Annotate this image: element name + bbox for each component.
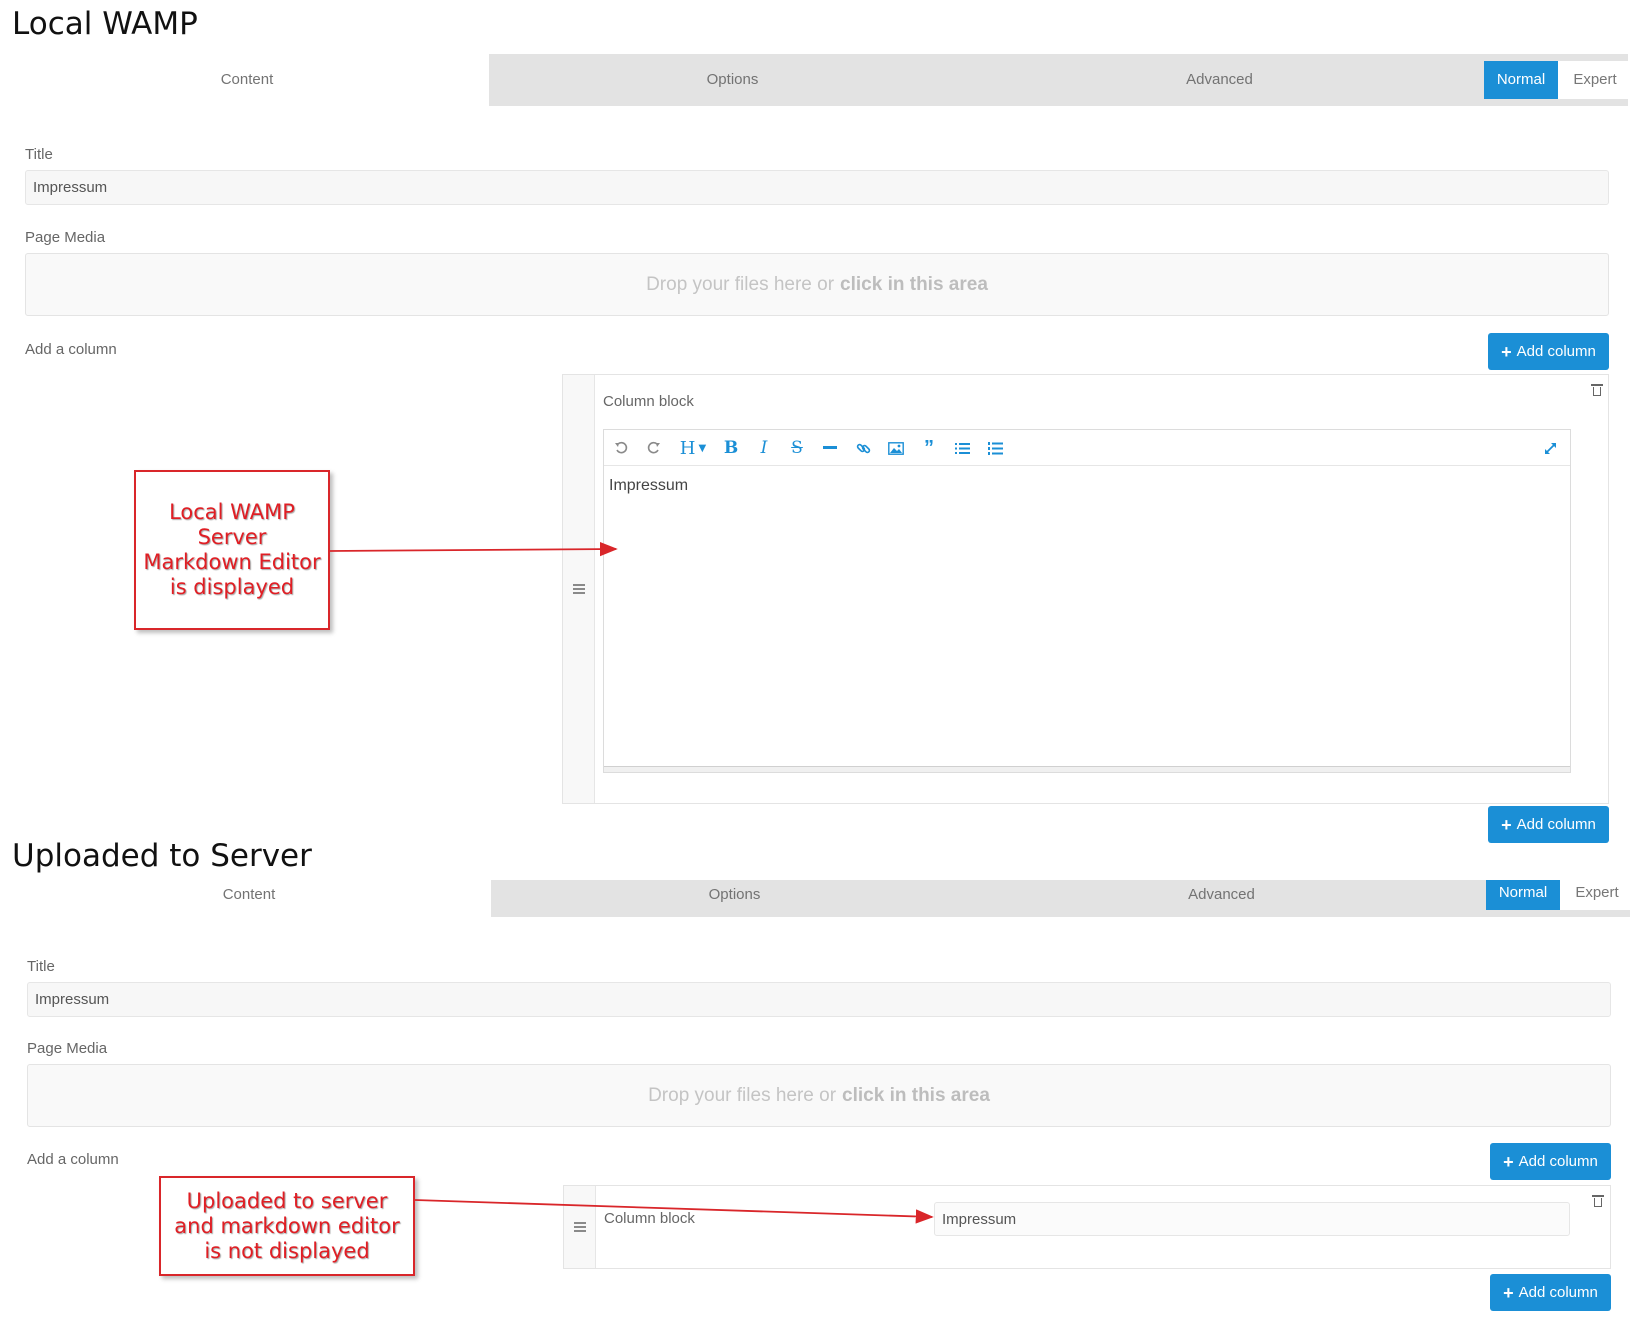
dropzone-click-text: click in this area (842, 1084, 990, 1106)
editor-content[interactable]: Impressum (609, 477, 688, 495)
tab-options-server[interactable]: Options (491, 880, 978, 917)
column-block-input-value: Impressum (942, 1210, 1017, 1228)
mode-normal-button[interactable]: Normal (1484, 61, 1558, 99)
heading-icon[interactable]: H ▼ (676, 436, 710, 460)
add-column-button-label: Add column (1518, 1153, 1598, 1170)
mode-switch: Normal Expert (1484, 61, 1632, 99)
column-block-panel-server: Column block Impressum (563, 1185, 1611, 1269)
add-column-button-bottom-server[interactable]: + Add column (1490, 1274, 1611, 1311)
mode-expert-button[interactable]: Expert (1558, 61, 1632, 99)
column-block-input[interactable]: Impressum (934, 1202, 1570, 1236)
tab-advanced[interactable]: Advanced (976, 54, 1463, 106)
page-media-label-server: Page Media (27, 1040, 108, 1057)
add-column-label: Add a column (25, 341, 117, 358)
italic-icon[interactable]: I (753, 436, 775, 460)
add-column-button-server[interactable]: + Add column (1490, 1143, 1611, 1180)
quote-icon[interactable]: ” (918, 436, 940, 460)
page-media-dropzone[interactable]: Drop your files here or click in this are… (25, 253, 1609, 316)
add-column-label-server: Add a column (27, 1151, 119, 1168)
fullscreen-icon[interactable] (1539, 436, 1561, 460)
markdown-editor: H ▼ B I S ” Impressum (603, 429, 1571, 773)
section-heading-server: Uploaded to Server (12, 838, 312, 874)
title-input-value: Impressum (33, 179, 108, 196)
column-block-label: Column block (603, 393, 694, 410)
plus-icon: + (1503, 1151, 1514, 1172)
tab-bar-server: Content Options Advanced Normal Expert (7, 880, 1634, 917)
title-input-server[interactable]: Impressum (27, 982, 1611, 1017)
trash-icon[interactable] (1592, 1195, 1604, 1207)
plus-icon: + (1501, 341, 1512, 362)
title-input[interactable]: Impressum (25, 170, 1609, 205)
link-icon[interactable] (852, 436, 874, 460)
strikethrough-icon[interactable]: S (786, 436, 808, 460)
title-label: Title (25, 146, 53, 163)
mode-normal-button[interactable]: Normal (1486, 880, 1560, 910)
tab-content-server[interactable]: Content (7, 880, 491, 917)
dropzone-text: Drop your files here or (646, 273, 835, 295)
callout-local-wamp: Local WAMP Server Markdown Editor is dis… (134, 470, 330, 630)
column-block-panel: Column block H ▼ B I S ” Impressum (562, 374, 1609, 804)
add-column-button-label: Add column (1516, 816, 1596, 833)
plus-icon: + (1503, 1282, 1514, 1303)
add-column-button-label: Add column (1518, 1284, 1598, 1301)
dropzone-text: Drop your files here or (648, 1084, 837, 1106)
tab-advanced-server[interactable]: Advanced (978, 880, 1465, 917)
page-media-label: Page Media (25, 229, 106, 246)
callout-uploaded-server: Uploaded to server and markdown editor i… (159, 1176, 415, 1276)
drag-handle-icon (573, 1222, 586, 1232)
drag-handle-icon (572, 584, 585, 594)
drag-handle[interactable] (564, 1186, 596, 1268)
tab-content[interactable]: Content (5, 54, 489, 106)
numbered-list-icon[interactable] (984, 436, 1006, 460)
bullet-list-icon[interactable] (951, 436, 973, 460)
title-label-server: Title (27, 958, 55, 975)
dropzone-click-text: click in this area (840, 273, 988, 295)
mode-expert-button[interactable]: Expert (1560, 880, 1634, 910)
page-media-dropzone-server[interactable]: Drop your files here or click in this are… (27, 1064, 1611, 1127)
tab-bar: Content Options Advanced Normal Expert (5, 54, 1632, 106)
horizontal-rule-icon[interactable] (819, 436, 841, 460)
add-column-button-label: Add column (1516, 343, 1596, 360)
mode-switch-server: Normal Expert (1486, 880, 1634, 910)
add-column-button-bottom-of-local[interactable]: + Add column (1488, 806, 1609, 843)
title-input-value: Impressum (35, 991, 110, 1008)
section-heading-local: Local WAMP (12, 6, 198, 42)
image-icon[interactable] (885, 436, 907, 460)
column-block-label: Column block (604, 1210, 695, 1227)
bold-icon[interactable]: B (720, 436, 742, 460)
tab-options[interactable]: Options (489, 54, 976, 106)
plus-icon: + (1501, 814, 1512, 835)
editor-toolbar: H ▼ B I S ” (604, 430, 1570, 466)
redo-icon[interactable] (643, 436, 665, 460)
trash-icon[interactable] (1591, 384, 1603, 396)
undo-icon[interactable] (610, 436, 632, 460)
editor-resize-bar[interactable] (604, 766, 1570, 772)
drag-handle[interactable] (563, 375, 595, 803)
add-column-button[interactable]: + Add column (1488, 333, 1609, 370)
